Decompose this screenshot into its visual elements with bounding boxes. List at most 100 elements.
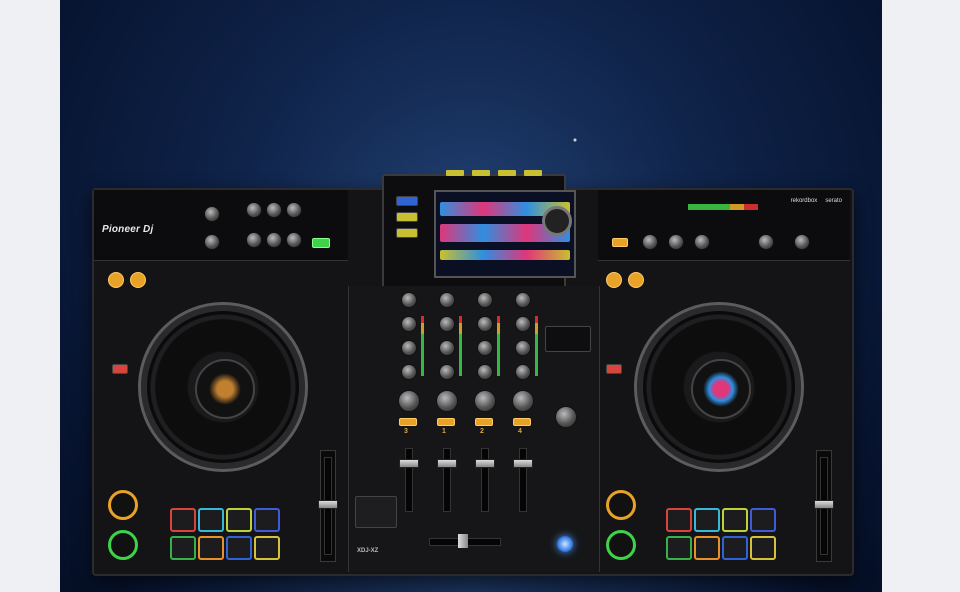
menu-button xyxy=(396,196,418,206)
channel-meter xyxy=(535,316,538,376)
eq-high-knob xyxy=(401,316,417,332)
channel-meter xyxy=(459,316,462,376)
serato-logo: serato xyxy=(825,198,842,204)
eq-low-knob xyxy=(515,364,531,380)
channel-number: 1 xyxy=(442,428,446,435)
performance-pad xyxy=(750,508,776,532)
tempo-cap xyxy=(814,500,834,509)
channel-number: 3 xyxy=(404,428,408,435)
performance-pad xyxy=(666,536,692,560)
tempo-slider-left xyxy=(318,450,338,562)
screen-button xyxy=(446,170,464,176)
performance-pad xyxy=(722,536,748,560)
tempo-track xyxy=(814,457,834,555)
sampler-block xyxy=(355,496,397,528)
eq-knob xyxy=(246,232,262,248)
screen-button xyxy=(498,170,516,176)
fader-cap xyxy=(475,459,495,468)
eq-mid-knob xyxy=(477,340,493,356)
trim-knob xyxy=(401,292,417,308)
channel-fader xyxy=(475,448,495,512)
eq-low-knob xyxy=(401,364,417,380)
mic-knob xyxy=(204,234,220,250)
color-fx-knob xyxy=(512,390,534,412)
eq-high-knob xyxy=(515,316,531,332)
channel-fader xyxy=(513,448,533,512)
performance-pad xyxy=(226,508,252,532)
eq-high-knob xyxy=(477,316,493,332)
eq-knob xyxy=(286,232,302,248)
eq-knob xyxy=(286,202,302,218)
mic-on-button xyxy=(312,238,330,248)
beat-fx-ring-bottom-right xyxy=(606,530,636,560)
cue-button xyxy=(399,418,417,426)
jog-wheel-right xyxy=(634,302,804,472)
screen-button xyxy=(472,170,490,176)
channel-fader xyxy=(437,448,457,512)
beat-fx-knob xyxy=(555,406,577,428)
model-badge: XDJ-XZ xyxy=(357,548,379,554)
waveform-overview xyxy=(440,250,570,260)
eq-knob xyxy=(266,232,282,248)
dj-controller: Pioneer Dj rekordbox serato 3 1 2 4 XDJ-… xyxy=(92,170,854,576)
fx-knob xyxy=(668,234,684,250)
trim-knob xyxy=(515,292,531,308)
performance-pad xyxy=(170,536,196,560)
tempo-track xyxy=(318,457,338,555)
eq-high-knob xyxy=(439,316,455,332)
fader-cap xyxy=(437,459,457,468)
menu-button xyxy=(396,228,418,238)
crossfader xyxy=(429,534,501,548)
performance-pad xyxy=(666,508,692,532)
beat-fx-ring-top-right xyxy=(606,490,636,520)
color-fx-knob xyxy=(398,390,420,412)
jog-display-left xyxy=(195,359,255,419)
cue-button xyxy=(437,418,455,426)
jog-display-right xyxy=(691,359,751,419)
left-top-panel: Pioneer Dj xyxy=(94,190,348,261)
fx-knob xyxy=(642,234,658,250)
performance-pad xyxy=(170,508,196,532)
deck-button xyxy=(112,364,128,374)
performance-pad xyxy=(198,508,224,532)
eq-low-knob xyxy=(477,364,493,380)
booth-button xyxy=(612,238,628,247)
play-button-right xyxy=(628,272,644,288)
performance-pad xyxy=(694,508,720,532)
fader-cap xyxy=(513,459,533,468)
rotary-selector xyxy=(542,206,572,236)
performance-pad xyxy=(722,508,748,532)
eq-mid-knob xyxy=(439,340,455,356)
channel-meter xyxy=(497,316,500,376)
deck-button xyxy=(606,364,622,374)
beat-fx-display xyxy=(545,326,591,352)
tempo-slider-right xyxy=(814,450,834,562)
screen-button xyxy=(524,170,542,176)
headphone-knob xyxy=(794,234,810,250)
performance-pad xyxy=(254,508,280,532)
menu-button xyxy=(396,212,418,222)
jog-wheel-left xyxy=(138,302,308,472)
performance-pad xyxy=(198,536,224,560)
master-level-meter xyxy=(688,204,758,210)
play-button-left xyxy=(130,272,146,288)
channel-meter xyxy=(421,316,424,376)
screen-housing xyxy=(382,170,576,296)
trim-knob xyxy=(439,292,455,308)
performance-pad xyxy=(694,536,720,560)
channel-fader xyxy=(399,448,419,512)
fx-knob xyxy=(694,234,710,250)
mic-knob xyxy=(204,206,220,222)
eq-knob xyxy=(246,202,262,218)
cue-button-left xyxy=(108,272,124,288)
booth-knob xyxy=(758,234,774,250)
beat-fx-ring-bottom-left xyxy=(108,530,138,560)
right-top-panel: rekordbox serato xyxy=(598,190,850,261)
pioneer-logo: Pioneer Dj xyxy=(102,224,154,235)
performance-pad xyxy=(750,536,776,560)
cue-button-right xyxy=(606,272,622,288)
eq-mid-knob xyxy=(401,340,417,356)
photo-background: Pioneer Dj rekordbox serato 3 1 2 4 XDJ-… xyxy=(60,0,882,592)
channel-number: 4 xyxy=(518,428,522,435)
crossfader-cap xyxy=(458,534,468,548)
